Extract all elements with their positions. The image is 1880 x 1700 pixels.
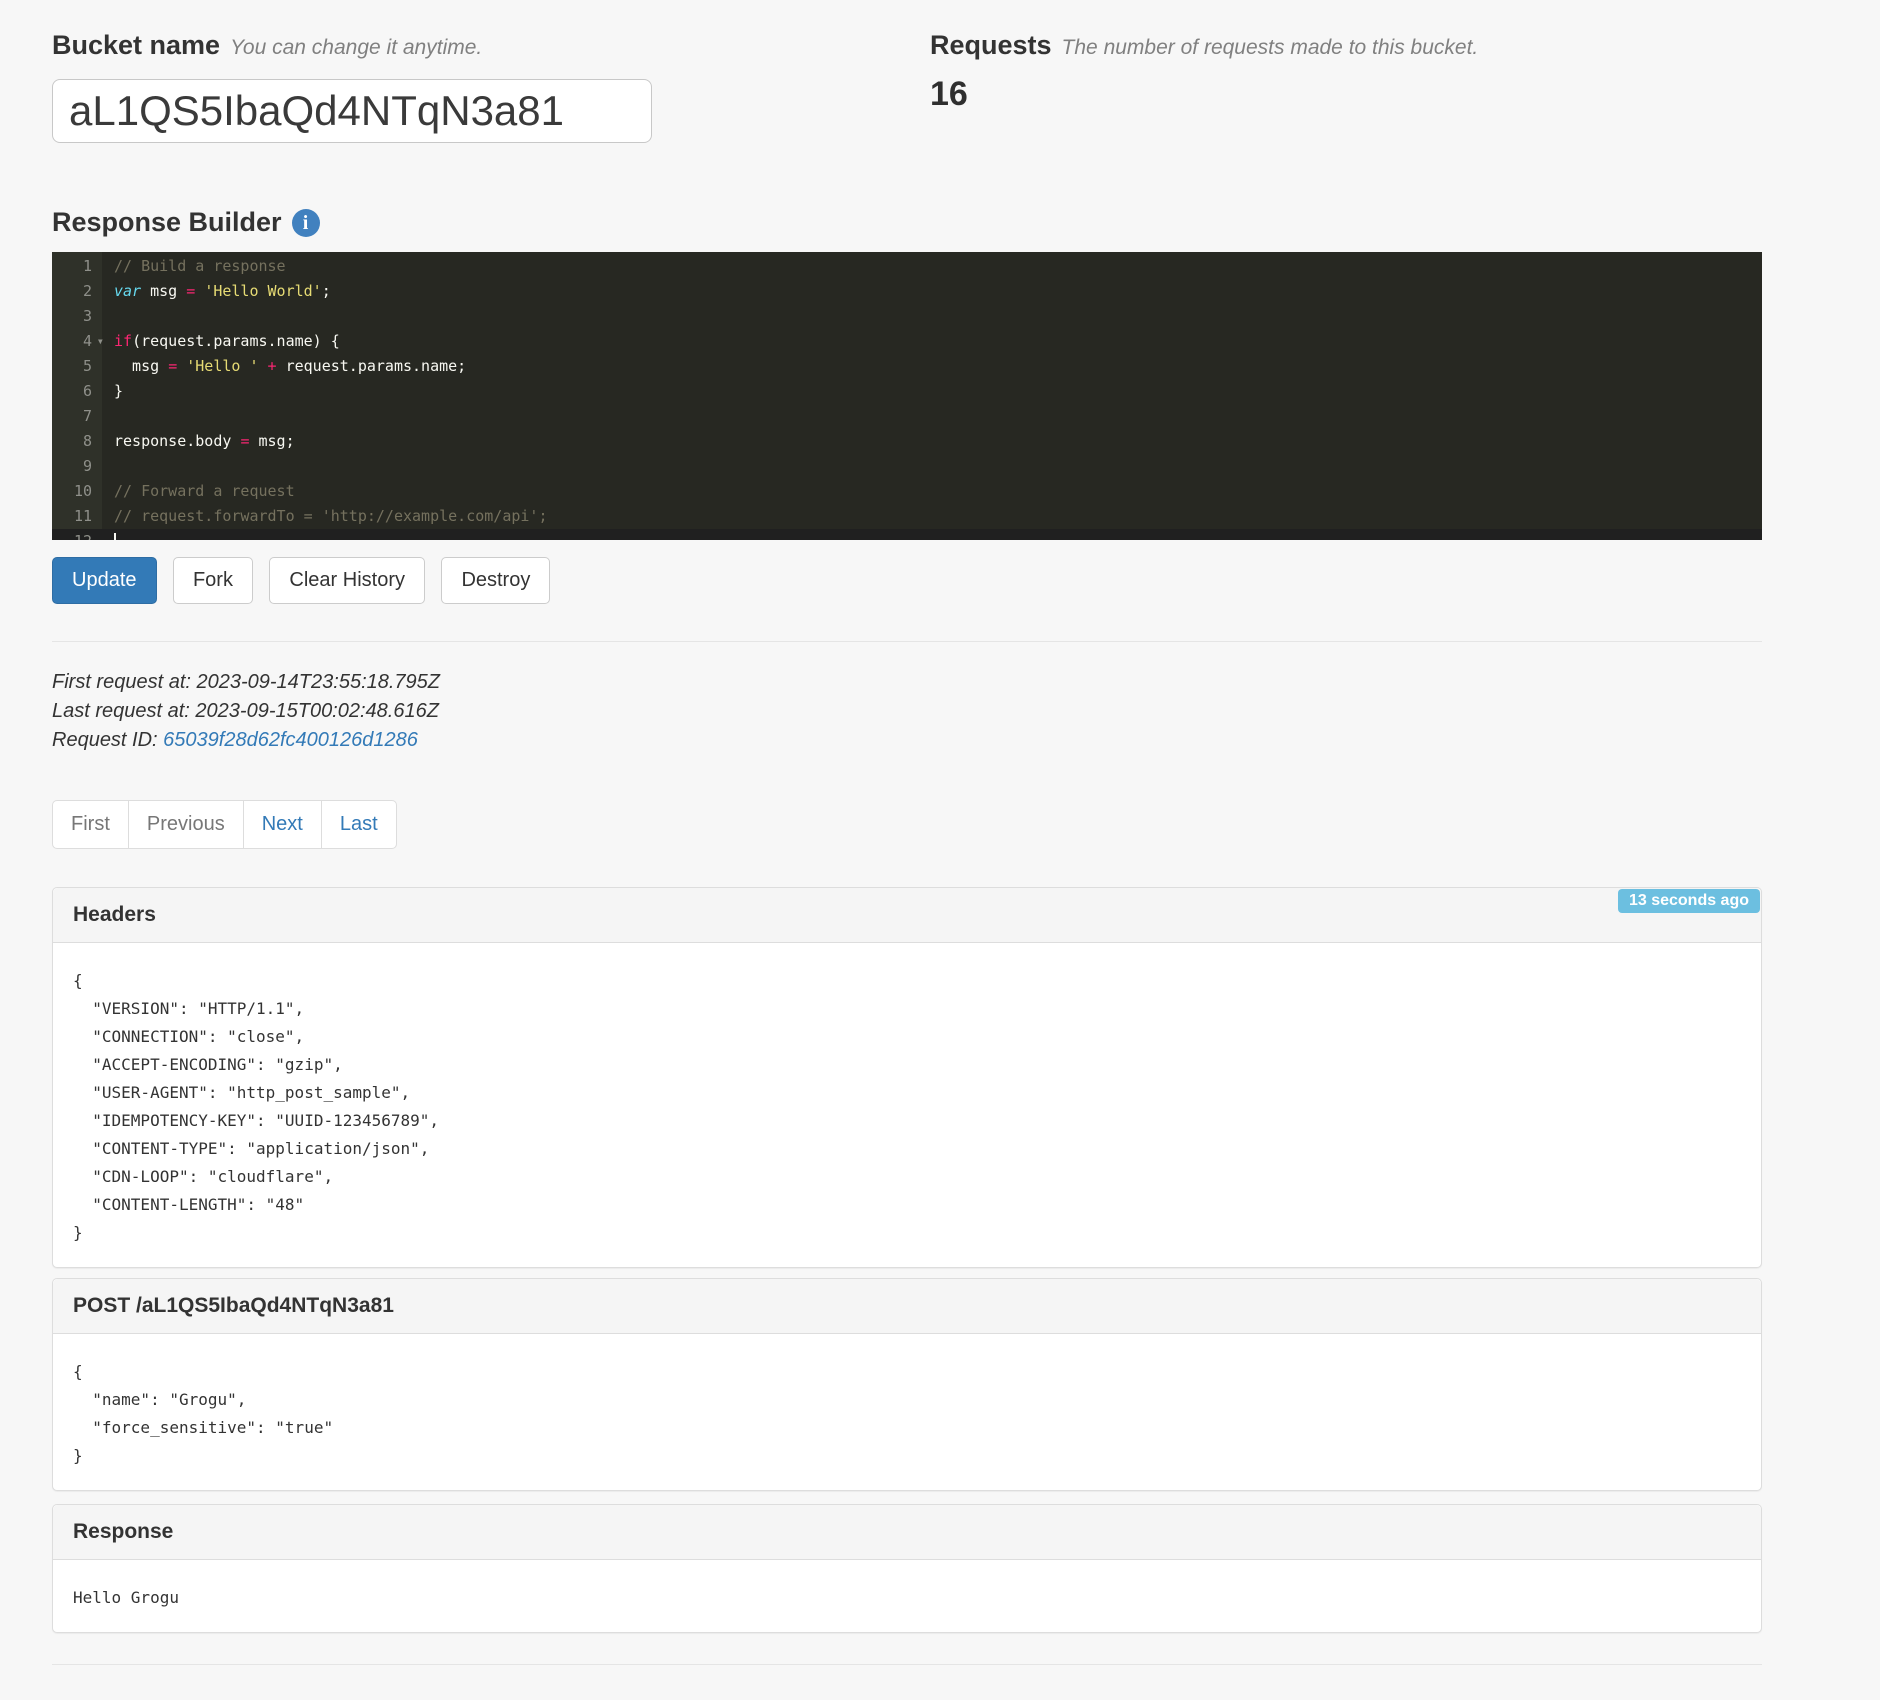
response-panel-body: Hello Grogu — [53, 1560, 1761, 1632]
gutter-line-number: 2 — [52, 279, 102, 304]
bucket-name-input[interactable] — [52, 79, 652, 143]
code-editor[interactable]: 1// Build a response2var msg = 'Hello Wo… — [52, 252, 1762, 540]
code-line[interactable]: 11// request.forwardTo = 'http://example… — [52, 504, 1762, 529]
bottom-divider — [52, 1664, 1762, 1665]
divider — [52, 641, 1762, 642]
response-builder-title-row: Response Builder i — [52, 207, 1762, 238]
code-line[interactable]: 12 — [52, 529, 1762, 540]
code-line[interactable]: 4▾if(request.params.name) { — [52, 329, 1762, 354]
requests-count: 16 — [930, 75, 1762, 114]
code-line[interactable]: 6} — [52, 379, 1762, 404]
top-row: Bucket name You can change it anytime. Re… — [52, 0, 1762, 143]
requests-label: Requests — [930, 30, 1052, 60]
gutter-line-number: 5 — [52, 354, 102, 379]
request-meta: First request at: 2023-09-14T23:55:18.79… — [52, 668, 1762, 755]
code-line-content — [102, 454, 114, 479]
headers-panel-body: { "VERSION": "HTTP/1.1", "CONNECTION": "… — [53, 943, 1761, 1267]
post-panel: POST /aL1QS5IbaQd4NTqN3a81 { "name": "Gr… — [52, 1278, 1762, 1491]
post-panel-body: { "name": "Grogu", "force_sensitive": "t… — [53, 1334, 1761, 1490]
page: Bucket name You can change it anytime. Re… — [52, 0, 1762, 1665]
gutter-line-number: 10 — [52, 479, 102, 504]
pagination-previous-button[interactable]: Previous — [128, 800, 244, 849]
gutter-line-number: 7 — [52, 404, 102, 429]
gutter-line-number: 1 — [52, 254, 102, 279]
code-line[interactable]: 1// Build a response — [52, 254, 1762, 279]
request-id-label: Request ID: — [52, 729, 163, 751]
code-line-content — [102, 529, 116, 540]
code-line[interactable]: 8response.body = msg; — [52, 429, 1762, 454]
clear-history-button[interactable]: Clear History — [269, 557, 425, 604]
fold-arrow-icon[interactable]: ▾ — [97, 329, 104, 354]
pagination-last-button[interactable]: Last — [321, 800, 397, 849]
bucket-name-hint: You can change it anytime. — [230, 36, 482, 59]
code-line-content: response.body = msg; — [102, 429, 295, 454]
post-panel-heading: POST /aL1QS5IbaQd4NTqN3a81 — [53, 1279, 1761, 1334]
code-line[interactable]: 5 msg = 'Hello ' + request.params.name; — [52, 354, 1762, 379]
code-line-content — [102, 304, 114, 329]
code-line-content: if(request.params.name) { — [102, 329, 340, 354]
response-text: Hello Grogu — [53, 1560, 1761, 1632]
post-json: { "name": "Grogu", "force_sensitive": "t… — [53, 1334, 1761, 1490]
code-line-content: msg = 'Hello ' + request.params.name; — [102, 354, 466, 379]
response-panel: Response Hello Grogu — [52, 1504, 1762, 1633]
destroy-button[interactable]: Destroy — [441, 557, 550, 604]
gutter-line-number: 4▾ — [52, 329, 102, 354]
gutter-line-number: 12 — [52, 529, 102, 540]
request-id-link[interactable]: 65039f28d62fc400126d1286 — [163, 729, 418, 751]
code-line-content: // Forward a request — [102, 479, 295, 504]
headers-json: { "VERSION": "HTTP/1.1", "CONNECTION": "… — [53, 943, 1761, 1267]
code-line[interactable]: 2var msg = 'Hello World'; — [52, 279, 1762, 304]
gutter-line-number: 9 — [52, 454, 102, 479]
response-panel-title: Response — [73, 1520, 173, 1543]
code-line-content: // Build a response — [102, 254, 286, 279]
headers-panel: 13 seconds ago Headers { "VERSION": "HTT… — [52, 887, 1762, 1268]
bucket-name-label: Bucket name — [52, 30, 220, 60]
builder-buttons: Update Fork Clear History Destroy — [52, 557, 1762, 604]
code-line-content: // request.forwardTo = 'http://example.c… — [102, 504, 547, 529]
code-line[interactable]: 3 — [52, 304, 1762, 329]
bucket-label-row: Bucket name You can change it anytime. — [52, 30, 930, 61]
request-id-row: Request ID: 65039f28d62fc400126d1286 — [52, 726, 1762, 755]
fork-button[interactable]: Fork — [173, 557, 253, 604]
bucket-section: Bucket name You can change it anytime. — [52, 30, 930, 143]
gutter-line-number: 3 — [52, 304, 102, 329]
info-icon[interactable]: i — [292, 209, 320, 237]
code-line-content — [102, 404, 114, 429]
requests-hint: The number of requests made to this buck… — [1062, 36, 1479, 59]
time-ago-badge: 13 seconds ago — [1618, 889, 1760, 913]
code-line[interactable]: 10// Forward a request — [52, 479, 1762, 504]
requests-section: Requests The number of requests made to t… — [930, 30, 1762, 143]
gutter-line-number: 6 — [52, 379, 102, 404]
gutter-line-number: 11 — [52, 504, 102, 529]
headers-panel-title: Headers — [73, 903, 156, 926]
code-line[interactable]: 9 — [52, 454, 1762, 479]
headers-panel-heading: Headers — [53, 888, 1761, 943]
code-line-content: } — [102, 379, 123, 404]
requests-label-row: Requests The number of requests made to t… — [930, 30, 1762, 61]
last-request-at: Last request at: 2023-09-15T00:02:48.616… — [52, 697, 1762, 726]
text-cursor — [114, 533, 116, 541]
pagination-next-button[interactable]: Next — [243, 800, 322, 849]
code-line-content: var msg = 'Hello World'; — [102, 279, 331, 304]
pagination-first-button[interactable]: First — [52, 800, 129, 849]
code-line[interactable]: 7 — [52, 404, 1762, 429]
pagination: FirstPreviousNextLast — [52, 800, 397, 849]
response-panel-heading: Response — [53, 1505, 1761, 1560]
response-builder-title: Response Builder — [52, 207, 282, 238]
gutter-line-number: 8 — [52, 429, 102, 454]
first-request-at: First request at: 2023-09-14T23:55:18.79… — [52, 668, 1762, 697]
update-button[interactable]: Update — [52, 557, 157, 604]
post-panel-title: POST /aL1QS5IbaQd4NTqN3a81 — [73, 1294, 394, 1317]
